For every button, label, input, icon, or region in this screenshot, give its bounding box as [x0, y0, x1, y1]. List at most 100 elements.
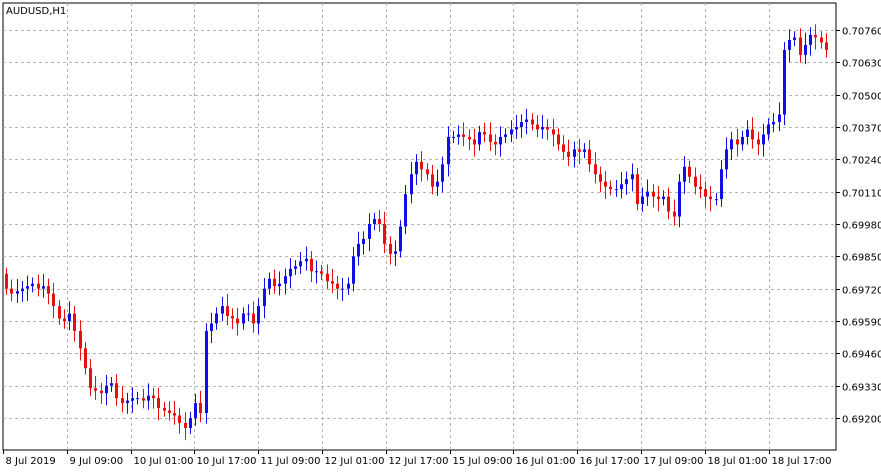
candle[interactable] — [273, 269, 276, 294]
candle[interactable] — [594, 152, 597, 184]
candle[interactable] — [709, 185, 712, 212]
candle[interactable] — [178, 407, 181, 434]
candle[interactable] — [510, 120, 513, 143]
candle[interactable] — [278, 271, 281, 296]
candle[interactable] — [341, 277, 344, 301]
candle[interactable] — [588, 140, 591, 173]
candle[interactable] — [368, 213, 371, 252]
candle[interactable] — [16, 278, 19, 303]
candle[interactable] — [494, 134, 497, 156]
candle[interactable] — [378, 209, 381, 232]
candle[interactable] — [436, 169, 439, 196]
candle[interactable] — [263, 277, 266, 319]
candle[interactable] — [636, 168, 639, 211]
candle[interactable] — [37, 274, 40, 297]
candle[interactable] — [441, 156, 444, 193]
candle[interactable] — [615, 179, 618, 197]
candle[interactable] — [68, 301, 71, 331]
candle[interactable] — [546, 119, 549, 141]
candle[interactable] — [47, 278, 50, 305]
candle[interactable] — [383, 211, 386, 254]
candle[interactable] — [373, 212, 376, 231]
candle[interactable] — [783, 42, 786, 126]
candle[interactable] — [809, 27, 812, 56]
candle[interactable] — [746, 120, 749, 145]
chart-window[interactable]: 0.70760 0.70630 0.70500 0.70370 0.70240 0.701… — [0, 0, 881, 471]
candle[interactable] — [389, 236, 392, 265]
candle[interactable] — [452, 130, 455, 144]
candle[interactable] — [483, 122, 486, 143]
candle[interactable] — [447, 126, 450, 177]
candle[interactable] — [142, 388, 145, 409]
candle[interactable] — [126, 392, 129, 414]
candle[interactable] — [825, 33, 828, 58]
candle[interactable] — [757, 131, 760, 156]
candle[interactable] — [583, 143, 586, 159]
candle[interactable] — [168, 401, 171, 421]
candle[interactable] — [599, 166, 602, 193]
candle[interactable] — [730, 131, 733, 161]
candle[interactable] — [352, 247, 355, 292]
candle[interactable] — [567, 139, 570, 167]
candle[interactable] — [21, 280, 24, 302]
candle[interactable] — [42, 273, 45, 298]
candle[interactable] — [184, 412, 187, 441]
candle[interactable] — [257, 298, 260, 335]
candle[interactable] — [157, 387, 160, 421]
candle[interactable] — [573, 141, 576, 168]
candle[interactable] — [52, 282, 55, 319]
candle[interactable] — [725, 137, 728, 179]
candle[interactable] — [751, 117, 754, 149]
candle[interactable] — [552, 118, 555, 147]
candle[interactable] — [499, 126, 502, 157]
candle[interactable] — [121, 385, 124, 413]
candle[interactable] — [310, 251, 313, 282]
candle[interactable] — [94, 375, 97, 400]
candle[interactable] — [289, 258, 292, 289]
candle[interactable] — [541, 114, 544, 139]
candle[interactable] — [89, 359, 92, 396]
candle[interactable] — [631, 163, 634, 192]
candle[interactable] — [457, 125, 460, 145]
candle[interactable] — [625, 171, 628, 195]
candle[interactable] — [189, 411, 192, 435]
candle[interactable] — [194, 393, 197, 426]
candle[interactable] — [31, 277, 34, 293]
candle[interactable] — [478, 125, 481, 151]
candle[interactable] — [205, 323, 208, 424]
candlestick-chart[interactable]: 0.70760 0.70630 0.70500 0.70370 0.70240 0.701… — [0, 0, 881, 471]
candle[interactable] — [394, 240, 397, 267]
candle[interactable] — [426, 163, 429, 181]
candle[interactable] — [799, 28, 802, 63]
candle[interactable] — [84, 342, 87, 375]
candle[interactable] — [326, 264, 329, 289]
candle[interactable] — [336, 275, 339, 300]
candle[interactable] — [562, 135, 565, 160]
candles[interactable] — [5, 24, 828, 441]
candle[interactable] — [147, 383, 150, 410]
candle[interactable] — [247, 304, 250, 322]
candle[interactable] — [515, 114, 518, 139]
candle[interactable] — [357, 231, 360, 266]
candle[interactable] — [420, 151, 423, 182]
candle[interactable] — [673, 199, 676, 226]
candle[interactable] — [683, 156, 686, 194]
candle[interactable] — [489, 122, 492, 152]
candle[interactable] — [63, 309, 66, 329]
candle[interactable] — [131, 387, 134, 413]
candle[interactable] — [299, 252, 302, 274]
candle[interactable] — [536, 115, 539, 138]
candle[interactable] — [284, 268, 287, 295]
candle[interactable] — [699, 174, 702, 199]
candle[interactable] — [778, 102, 781, 132]
candle[interactable] — [136, 391, 139, 405]
candle[interactable] — [252, 301, 255, 333]
candle[interactable] — [646, 179, 649, 206]
candle[interactable] — [242, 307, 245, 330]
candle[interactable] — [105, 374, 108, 406]
candle[interactable] — [221, 296, 224, 322]
candle[interactable] — [804, 32, 807, 65]
candle[interactable] — [399, 220, 402, 258]
candle[interactable] — [110, 376, 113, 392]
candle[interactable] — [788, 29, 791, 63]
